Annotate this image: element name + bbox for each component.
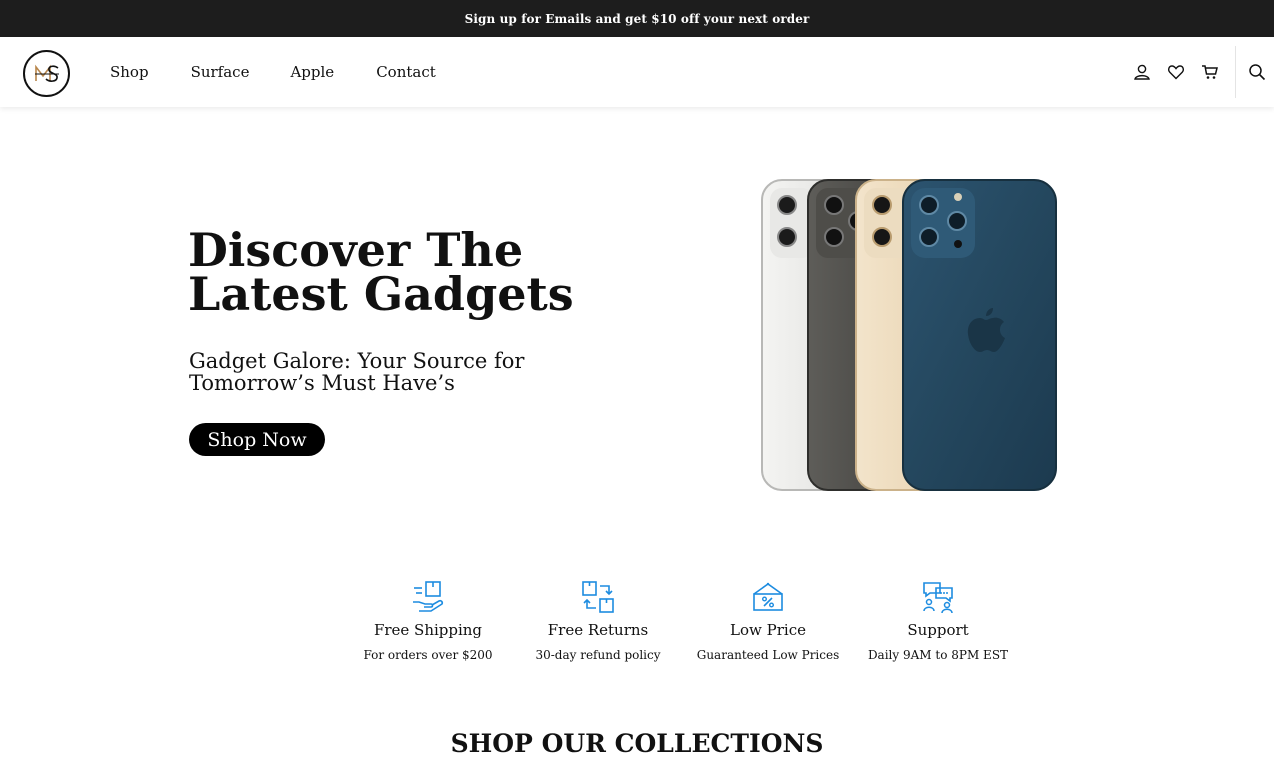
main-nav: Shop Surface Apple Contact: [110, 37, 478, 107]
nav-shop[interactable]: Shop: [110, 63, 149, 81]
hero-phones-image[interactable]: [760, 178, 1058, 492]
feature-desc: 30-day refund policy: [535, 648, 661, 662]
nav-apple[interactable]: Apple: [290, 63, 334, 81]
shop-now-button[interactable]: Shop Now: [189, 423, 325, 456]
logo-monogram-icon: [34, 64, 59, 82]
announcement-text[interactable]: Sign up for Emails and get $10 off your …: [465, 12, 810, 26]
feature-free-shipping: Free Shipping For orders over $200: [343, 580, 513, 662]
feature-low-price: Low Price Guaranteed Low Prices: [683, 580, 853, 662]
feature-desc: For orders over $200: [363, 648, 493, 662]
hero-title: Discover The Latest Gadgets: [188, 223, 574, 321]
feature-desc: Daily 9AM to 8PM EST: [867, 648, 1009, 662]
feature-title: Support: [907, 621, 969, 639]
collections-heading: SHOP OUR COLLECTIONS: [450, 729, 824, 758]
announcement-bar[interactable]: Sign up for Emails and get $10 off your …: [0, 0, 1274, 37]
site-header: Shop Surface Apple Contact: [0, 37, 1274, 107]
chat-support-icon: [923, 582, 953, 614]
features-row: Free Shipping For orders over $200 Free …: [343, 580, 1023, 662]
feature-free-returns: Free Returns 30-day refund policy: [513, 580, 683, 662]
percent-tag-icon: [753, 582, 783, 611]
nav-surface[interactable]: Surface: [191, 63, 250, 81]
header-divider: [1235, 46, 1236, 98]
feature-title: Free Shipping: [373, 621, 483, 639]
account-icon[interactable]: [1125, 55, 1159, 89]
feature-support: Support Daily 9AM to 8PM EST: [853, 580, 1023, 662]
search-icon[interactable]: [1240, 55, 1274, 89]
feature-title: Low Price: [730, 621, 806, 639]
hero-subtitle: Gadget Galore: Your Source for Tomorrow’…: [189, 349, 525, 395]
feature-desc: Guaranteed Low Prices: [696, 648, 840, 662]
wishlist-heart-icon[interactable]: [1159, 55, 1193, 89]
header-actions: [1125, 37, 1274, 107]
cart-icon[interactable]: [1193, 55, 1227, 89]
nav-contact[interactable]: Contact: [376, 63, 436, 81]
site-logo[interactable]: [23, 50, 70, 97]
hand-box-icon: [413, 581, 444, 612]
feature-title: Free Returns: [547, 621, 649, 639]
exchange-boxes-icon: [582, 581, 614, 613]
